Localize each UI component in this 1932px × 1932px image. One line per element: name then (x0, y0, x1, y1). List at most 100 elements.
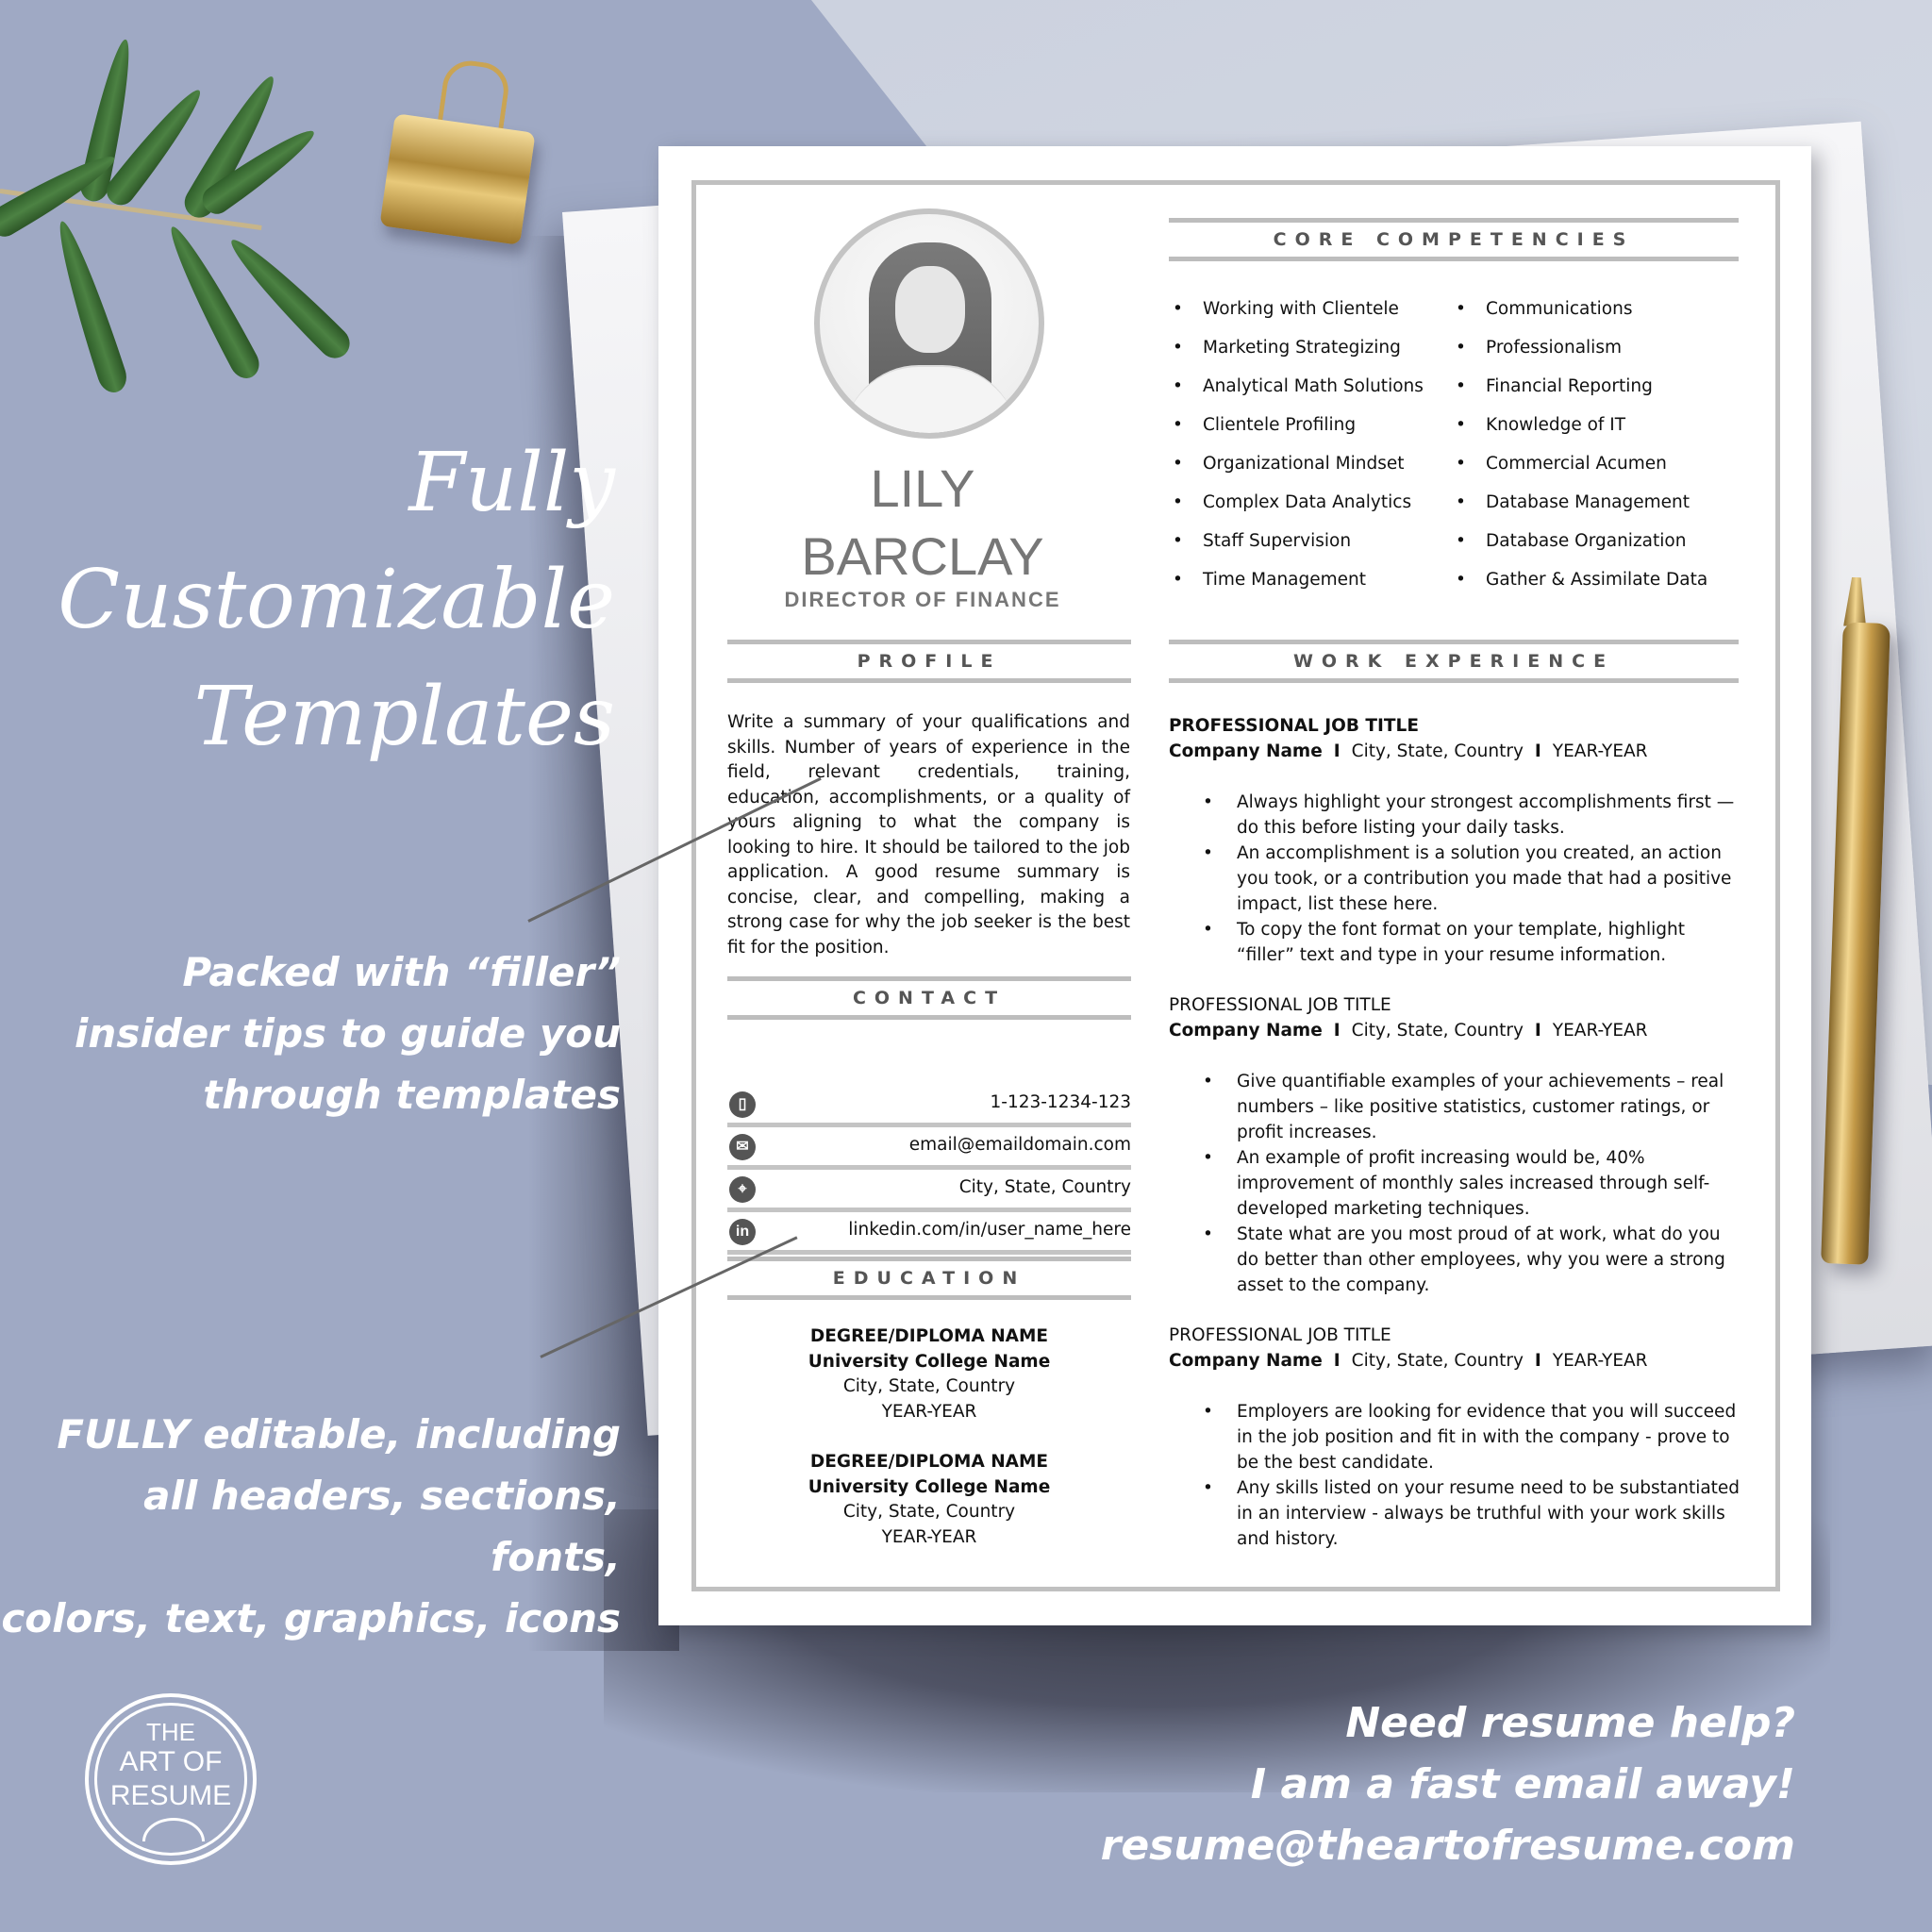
contact-row: ▯ 1-123-1234-123 (727, 1085, 1131, 1127)
job-bullets: Give quantifiable examples of your achie… (1169, 1069, 1744, 1298)
competency-item: Professionalism (1456, 328, 1739, 367)
job-bullets: Employers are looking for evidence that … (1169, 1399, 1744, 1552)
competency-item: Database Organization (1456, 522, 1739, 560)
job-bullet: To copy the font format on your template… (1169, 917, 1744, 968)
job-title: DIRECTOR OF FINANCE (784, 588, 1061, 611)
work-heading: WORK EXPERIENCE (1169, 640, 1739, 683)
promo-headline-line: Customizable (58, 553, 615, 647)
separator: I (1534, 1351, 1541, 1371)
job-bullet: Always highlight your strongest accompli… (1169, 790, 1744, 841)
art-of-resume-logo: THE ART OF RESUME (85, 1693, 257, 1865)
contact-heading-label: CONTACT (852, 988, 1007, 1008)
callout-line: Packed with “filler” (182, 949, 621, 995)
job-entry: PROFESSIONAL JOB TITLE Company Name I City,… (1169, 713, 1744, 968)
competency-item: Marketing Strategizing (1173, 328, 1456, 367)
promo-headline: Fully Customizable Templates (58, 425, 615, 775)
job-entry-title: PROFESSIONAL JOB TITLE (1169, 1325, 1391, 1345)
competency-item: Database Management (1456, 483, 1739, 522)
competency-item: Financial Reporting (1456, 367, 1739, 406)
contact-value: email@emaildomain.com (908, 1135, 1131, 1155)
help-email[interactable]: resume@theartofresume.com (1101, 1815, 1795, 1876)
profile-photo (814, 208, 1044, 439)
competencies-left-column: Working with ClienteleMarketing Strategi… (1173, 290, 1456, 599)
callout-line: all headers, sections, fonts, (143, 1473, 621, 1580)
job-bullets: Always highlight your strongest accompli… (1169, 790, 1744, 968)
job-years: YEAR-YEAR (1552, 1351, 1648, 1371)
job-bullet: An accomplishment is a solution you crea… (1169, 841, 1744, 917)
competency-item: Working with Clientele (1173, 290, 1456, 328)
competency-item: Complex Data Analytics (1173, 483, 1456, 522)
competency-item: Commercial Acumen (1456, 444, 1739, 483)
contact-row: ✉ email@emaildomain.com (727, 1127, 1131, 1170)
help-line: I am a fast email away! (1250, 1760, 1795, 1808)
competency-item: Staff Supervision (1173, 522, 1456, 560)
leaf (159, 220, 265, 384)
last-name: BARCLAY (801, 526, 1044, 586)
company-name: Company Name (1169, 1021, 1323, 1041)
binder-clip-decoration (379, 113, 536, 245)
logo-text: RESUME (109, 1780, 232, 1811)
filler-tips-callout: Packed with “filler” insider tips to gui… (75, 941, 621, 1125)
company-name: Company Name (1169, 741, 1323, 761)
contact-row: ⌖ City, State, Country (727, 1170, 1131, 1212)
job-bullet: Employers are looking for evidence that … (1169, 1399, 1744, 1475)
separator: I (1333, 1351, 1341, 1371)
competency-item: Clientele Profiling (1173, 406, 1456, 444)
lotus-icon (142, 1818, 205, 1841)
education-years: YEAR-YEAR (881, 1526, 977, 1547)
competencies-heading: CORE COMPETENCIES (1169, 218, 1739, 261)
logo-text: THE (146, 1718, 195, 1746)
promo-headline-line: Templates (193, 670, 615, 764)
profile-summary: Write a summary of your qualifications a… (727, 712, 1130, 958)
competency-item: Analytical Math Solutions (1173, 367, 1456, 406)
education-degree: DEGREE/DIPLOMA NAME (809, 1326, 1049, 1346)
competency-item: Knowledge of IT (1456, 406, 1739, 444)
separator: I (1534, 1021, 1541, 1041)
education-school: University College Name (808, 1351, 1051, 1372)
education-location: City, State, Country (842, 1376, 1016, 1396)
job-years: YEAR-YEAR (1552, 741, 1648, 761)
job-location: City, State, Country (1351, 1351, 1524, 1371)
job-location: City, State, Country (1351, 1021, 1524, 1041)
profile-heading: PROFILE (727, 640, 1131, 683)
job-bullet: State what are you most proud of at work… (1169, 1222, 1744, 1298)
competency-item: Time Management (1173, 560, 1456, 599)
education-years: YEAR-YEAR (881, 1401, 977, 1422)
competency-item: Communications (1456, 290, 1739, 328)
job-entry-title: PROFESSIONAL JOB TITLE (1169, 995, 1391, 1015)
callout-line: insider tips to guide you (75, 1010, 621, 1057)
job-entry: PROFESSIONAL JOB TITLE Company Name I City,… (1169, 1323, 1744, 1552)
separator: I (1534, 741, 1541, 761)
phone-icon: ▯ (729, 1091, 756, 1118)
profile-heading-label: PROFILE (857, 651, 1002, 672)
education-heading: EDUCATION (727, 1257, 1131, 1300)
email-icon: ✉ (729, 1134, 756, 1160)
contact-value: linkedin.com/in/user_name_here (848, 1220, 1131, 1240)
contact-callout: Need resume help? I am a fast email away… (1101, 1692, 1795, 1876)
callout-line: FULLY editable, including (57, 1411, 621, 1457)
contact-value: City, State, Country (958, 1177, 1131, 1197)
contact-value: 1-123-1234-123 (990, 1092, 1132, 1112)
education-location: City, State, Country (842, 1502, 1016, 1522)
job-entry-title: PROFESSIONAL JOB TITLE (1169, 716, 1419, 736)
job-entry: PROFESSIONAL JOB TITLE Company Name I City,… (1169, 992, 1744, 1298)
work-heading-label: WORK EXPERIENCE (1292, 651, 1615, 672)
first-name: LILY (870, 458, 975, 518)
company-name: Company Name (1169, 1351, 1323, 1371)
job-bullet: Give quantifiable examples of your achie… (1169, 1069, 1744, 1145)
promo-headline-line: Fully (408, 436, 615, 530)
job-entry-meta: Company Name I City, State, Country I YEAR-Y… (1169, 1348, 1744, 1374)
separator: I (1333, 741, 1341, 761)
location-pin-icon: ⌖ (729, 1176, 756, 1203)
job-years: YEAR-YEAR (1552, 1021, 1648, 1041)
leaf (48, 217, 131, 396)
competencies-right-column: CommunicationsProfessionalismFinancial R… (1456, 290, 1739, 599)
callout-line: colors, text, graphics, icons (1, 1595, 621, 1641)
help-line: Need resume help? (1345, 1699, 1795, 1747)
separator: I (1333, 1021, 1341, 1041)
competencies-heading-label: CORE COMPETENCIES (1273, 229, 1635, 250)
competency-item: Organizational Mindset (1173, 444, 1456, 483)
resume-sheet: LILY BARCLAY DIRECTOR OF FINANCE PROFILE… (658, 146, 1811, 1625)
contact-row: in linkedin.com/in/user_name_here (727, 1212, 1131, 1255)
editable-callout: FULLY editable, including all headers, s… (0, 1404, 621, 1649)
